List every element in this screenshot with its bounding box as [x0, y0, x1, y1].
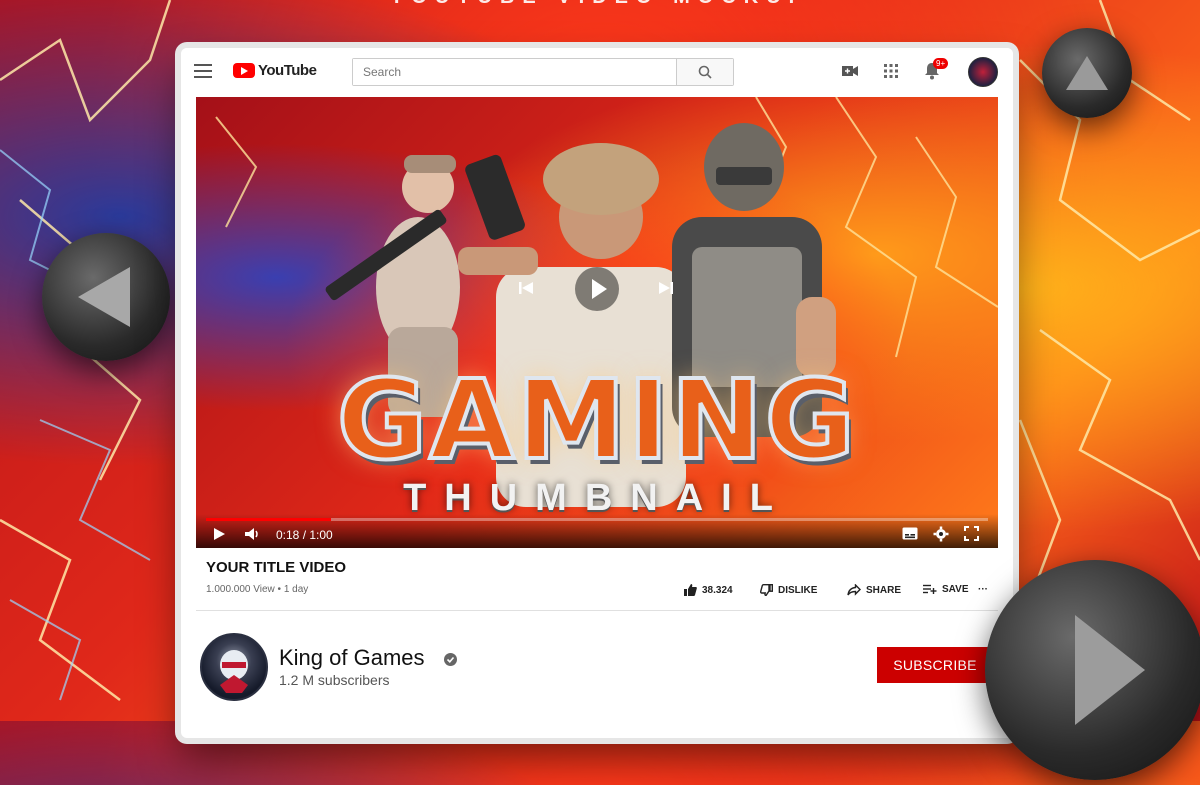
deco-up-button: [1042, 28, 1132, 118]
thumbs-up-icon: [684, 584, 697, 596]
center-controls: [196, 267, 998, 311]
like-count: 38.324: [702, 584, 733, 596]
progress-fill: [206, 518, 332, 521]
skip-next-icon[interactable]: [658, 280, 674, 296]
deco-play-button: [985, 560, 1200, 780]
video-camera-icon[interactable]: [840, 62, 860, 80]
video-title: YOUR TITLE VIDEO: [206, 559, 347, 576]
control-bar: 0:18 / 1:00: [196, 514, 998, 548]
youtube-mockup-window: YouTube 9+: [181, 48, 1013, 738]
like-button[interactable]: 38.324: [684, 584, 733, 596]
verified-icon: [444, 653, 457, 666]
search-button[interactable]: [676, 59, 733, 85]
skip-previous-icon[interactable]: [518, 280, 534, 296]
share-button[interactable]: SHARE: [847, 584, 901, 596]
playlist-add-icon: [923, 584, 937, 594]
save-label: SAVE: [942, 584, 969, 595]
triangle-up-icon: [1066, 56, 1108, 90]
settings-gear-icon[interactable]: [933, 526, 949, 542]
subscriber-count: 1.2 M subscribers: [279, 672, 390, 688]
ninja-logo-icon: [220, 650, 248, 693]
search-icon: [698, 65, 712, 79]
deco-left-button: [42, 233, 170, 361]
divider: [196, 610, 998, 611]
search-input[interactable]: [353, 59, 676, 85]
time-display: 0:18 / 1:00: [276, 528, 333, 542]
notification-badge: 9+: [933, 58, 949, 69]
share-label: SHARE: [866, 584, 902, 596]
volume-icon[interactable]: [244, 527, 260, 541]
play-icon: [592, 279, 607, 299]
video-meta: 1.000.000 View • 1 day: [206, 584, 309, 595]
menu-icon[interactable]: [194, 64, 212, 78]
captions-icon[interactable]: [902, 527, 918, 540]
play-button[interactable]: [575, 267, 619, 311]
thumbs-down-icon: [760, 584, 773, 596]
dislike-button[interactable]: DISLIKE: [760, 584, 817, 596]
youtube-logo[interactable]: YouTube: [233, 62, 317, 79]
thumbnail-title: GAMING: [335, 356, 858, 484]
page-caption: YOUTUBE VIDEO MOCKUP: [0, 0, 1200, 9]
channel-name[interactable]: King of Games: [279, 645, 425, 671]
youtube-header: YouTube 9+: [181, 48, 1013, 94]
channel-avatar[interactable]: [200, 633, 268, 701]
youtube-play-icon: [233, 63, 255, 78]
fullscreen-icon[interactable]: [964, 526, 979, 541]
progress-bar[interactable]: [206, 518, 988, 521]
triangle-right-icon: [1075, 615, 1145, 725]
search-bar: [352, 58, 734, 86]
play-small-icon[interactable]: [212, 527, 226, 541]
logo-text: YouTube: [258, 62, 317, 79]
video-player[interactable]: GAMING THUMBNAIL 0:18 / 1:00: [196, 97, 998, 548]
triangle-left-icon: [78, 267, 130, 327]
subscribe-button[interactable]: SUBSCRIBE: [877, 647, 993, 683]
save-button[interactable]: SAVE: [923, 584, 969, 595]
dislike-label: DISLIKE: [778, 584, 818, 596]
share-icon: [847, 584, 861, 596]
apps-grid-icon[interactable]: [881, 62, 901, 80]
avatar[interactable]: [968, 57, 998, 87]
